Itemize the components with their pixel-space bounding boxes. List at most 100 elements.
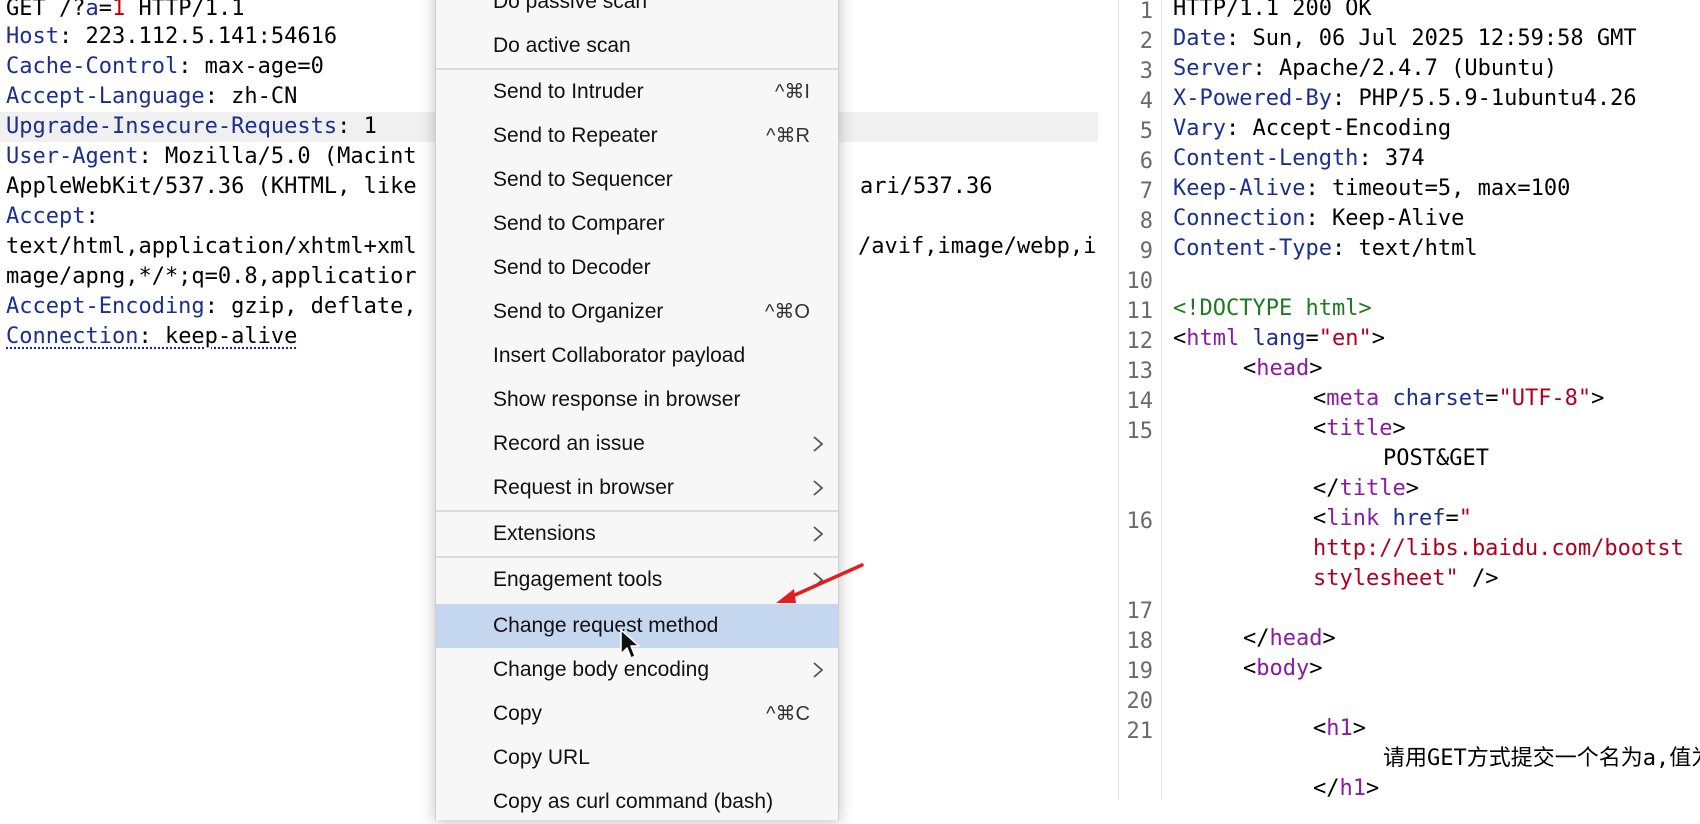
- line-number: 12: [1126, 329, 1154, 354]
- body-open-tag: <body>: [1243, 656, 1323, 681]
- menu-item-request-in-browser[interactable]: Request in browser: [436, 466, 838, 510]
- head-close-tag: </head>: [1243, 626, 1336, 651]
- title-text: POST&GET: [1383, 446, 1489, 471]
- request-user-agent-tail: ari/537.36: [860, 174, 993, 199]
- chevron-right-icon: [813, 480, 824, 496]
- menu-item-label: Copy as curl command (bash): [493, 790, 774, 813]
- mouse-cursor-icon: [620, 629, 640, 659]
- line-number: 10: [1126, 269, 1154, 294]
- chevron-right-icon: [813, 662, 824, 678]
- menu-item-label: Extensions: [493, 522, 596, 545]
- menu-item-send-to-decoder[interactable]: Send to Decoder: [436, 246, 838, 290]
- menu-item-extensions[interactable]: Extensions: [436, 512, 838, 556]
- request-accept-value-1: text/html,application/xhtml+xml: [6, 234, 417, 259]
- menu-item-send-to-organizer[interactable]: Send to Organizer ^⌘O: [436, 290, 838, 334]
- menu-item-send-to-sequencer[interactable]: Send to Sequencer: [436, 158, 838, 202]
- request-line: GET /?a=1 HTTP/1.1: [6, 0, 245, 21]
- menu-item-shortcut: ^⌘I: [775, 81, 810, 103]
- menu-item-label: Record an issue: [493, 432, 645, 455]
- menu-item-label: Engagement tools: [493, 568, 663, 591]
- line-number: 16: [1126, 509, 1154, 534]
- request-header-accept-encoding: Accept-Encoding: gzip, deflate,: [6, 294, 417, 319]
- response-editor[interactable]: 1 2 3 4 5 6 7 8 9 10 11 12 13 14 15 16 1…: [1118, 0, 1700, 801]
- menu-item-send-to-comparer[interactable]: Send to Comparer: [436, 202, 838, 246]
- html-doctype: <!DOCTYPE html>: [1173, 296, 1372, 321]
- menu-item-label: Send to Comparer: [493, 212, 665, 235]
- line-number: 15: [1126, 419, 1154, 444]
- line-number: 17: [1126, 599, 1154, 624]
- h1-text: 请用GET方式提交一个名为a,值为: [1383, 746, 1700, 771]
- response-header-keep-alive: Keep-Alive: timeout=5, max=100: [1173, 176, 1571, 201]
- link-tag: <link href=": [1313, 506, 1472, 531]
- request-header-user-agent: User-Agent: Mozilla/5.0 (Macint: [6, 144, 417, 169]
- line-number: 13: [1126, 359, 1154, 384]
- response-header-connection: Connection: Keep-Alive: [1173, 206, 1465, 231]
- menu-item-label: Send to Organizer: [493, 300, 664, 323]
- request-header-accept: Accept:: [6, 204, 99, 229]
- request-header-connection: Connection: keep-alive: [6, 324, 298, 349]
- response-header-vary: Vary: Accept-Encoding: [1173, 116, 1452, 141]
- menu-item-label: Send to Repeater: [493, 124, 658, 147]
- request-header-host: Host: 223.112.5.141:54616: [6, 24, 338, 49]
- request-accept-value-1-tail: /avif,image/webp,i: [858, 234, 1097, 259]
- meta-tag: <meta charset="UTF-8">: [1313, 386, 1605, 411]
- link-href-rest: stylesheet" />: [1313, 566, 1499, 591]
- menu-item-label: Send to Decoder: [493, 256, 651, 279]
- menu-item-do-passive-scan[interactable]: Do passive scan: [436, 0, 838, 24]
- menu-item-label: Send to Sequencer: [493, 168, 673, 191]
- line-number: 2: [1139, 29, 1153, 54]
- title-open-tag: <title>: [1313, 416, 1406, 441]
- head-open-tag: <head>: [1243, 356, 1323, 381]
- line-number: 3: [1139, 59, 1153, 84]
- menu-item-insert-collaborator-payload[interactable]: Insert Collaborator payload: [436, 334, 838, 378]
- menu-item-send-to-repeater[interactable]: Send to Repeater ^⌘R: [436, 114, 838, 158]
- menu-item-label: Send to Intruder: [493, 80, 644, 103]
- menu-item-shortcut: ^⌘C: [766, 703, 810, 725]
- html-open-tag: <html lang="en">: [1173, 326, 1385, 351]
- line-number-gutter: 1 2 3 4 5 6 7 8 9 10 11 12 13 14 15 16 1…: [1119, 0, 1162, 800]
- line-number: 19: [1126, 659, 1154, 684]
- link-href-url: http://libs.baidu.com/bootst: [1313, 536, 1684, 561]
- menu-item-label: Do active scan: [493, 34, 631, 57]
- menu-item-label: Change request method: [493, 614, 719, 637]
- request-user-agent-cont: AppleWebKit/537.36 (KHTML, like: [6, 174, 417, 199]
- menu-item-label: Copy: [493, 702, 543, 725]
- menu-item-label: Change body encoding: [493, 658, 710, 681]
- line-number: 11: [1126, 299, 1154, 324]
- menu-item-record-an-issue[interactable]: Record an issue: [436, 422, 838, 466]
- annotation-arrow-icon: [776, 563, 864, 603]
- menu-item-send-to-intruder[interactable]: Send to Intruder ^⌘I: [436, 70, 838, 114]
- response-header-x-powered-by: X-Powered-By: PHP/5.5.9-1ubuntu4.26: [1173, 86, 1637, 111]
- response-header-date: Date: Sun, 06 Jul 2025 12:59:58 GMT: [1173, 26, 1637, 51]
- request-header-cache-control: Cache-Control: max-age=0: [6, 54, 324, 79]
- menu-item-shortcut: ^⌘R: [766, 125, 810, 147]
- response-header-content-length: Content-Length: 374: [1173, 146, 1425, 171]
- menu-item-show-response-in-browser[interactable]: Show response in browser: [436, 378, 838, 422]
- line-number: 14: [1126, 389, 1154, 414]
- h1-open-tag: <h1>: [1313, 716, 1366, 741]
- menu-item-label: Request in browser: [493, 476, 674, 499]
- line-number: 20: [1126, 689, 1154, 714]
- request-accept-value-2: mage/apng,*/*;q=0.8,applicatior: [6, 264, 417, 289]
- line-number: 21: [1126, 719, 1154, 744]
- menu-item-shortcut: ^⌘O: [765, 301, 810, 323]
- line-number: 6: [1139, 149, 1153, 174]
- menu-item-copy-url[interactable]: Copy URL: [436, 736, 838, 780]
- chevron-right-icon: [813, 526, 824, 542]
- menu-item-label: Show response in browser: [493, 388, 741, 411]
- menu-item-do-active-scan[interactable]: Do active scan: [436, 24, 838, 68]
- response-header-server: Server: Apache/2.4.7 (Ubuntu): [1173, 56, 1558, 81]
- context-menu: Do passive scan Do active scan Send to I…: [435, 0, 839, 820]
- line-number: 1: [1139, 0, 1153, 24]
- line-number: 18: [1126, 629, 1154, 654]
- title-close-tag: </title>: [1313, 476, 1419, 501]
- line-number: 8: [1139, 209, 1153, 234]
- menu-item-copy-as-curl[interactable]: Copy as curl command (bash): [436, 780, 838, 824]
- response-status-line: HTTP/1.1 200 OK: [1173, 0, 1372, 21]
- line-number: 5: [1139, 119, 1153, 144]
- line-number: 4: [1139, 89, 1153, 114]
- menu-item-copy[interactable]: Copy ^⌘C: [436, 692, 838, 736]
- chevron-right-icon: [813, 436, 824, 452]
- menu-item-label: Do passive scan: [493, 0, 648, 13]
- menu-item-label: Insert Collaborator payload: [493, 344, 746, 367]
